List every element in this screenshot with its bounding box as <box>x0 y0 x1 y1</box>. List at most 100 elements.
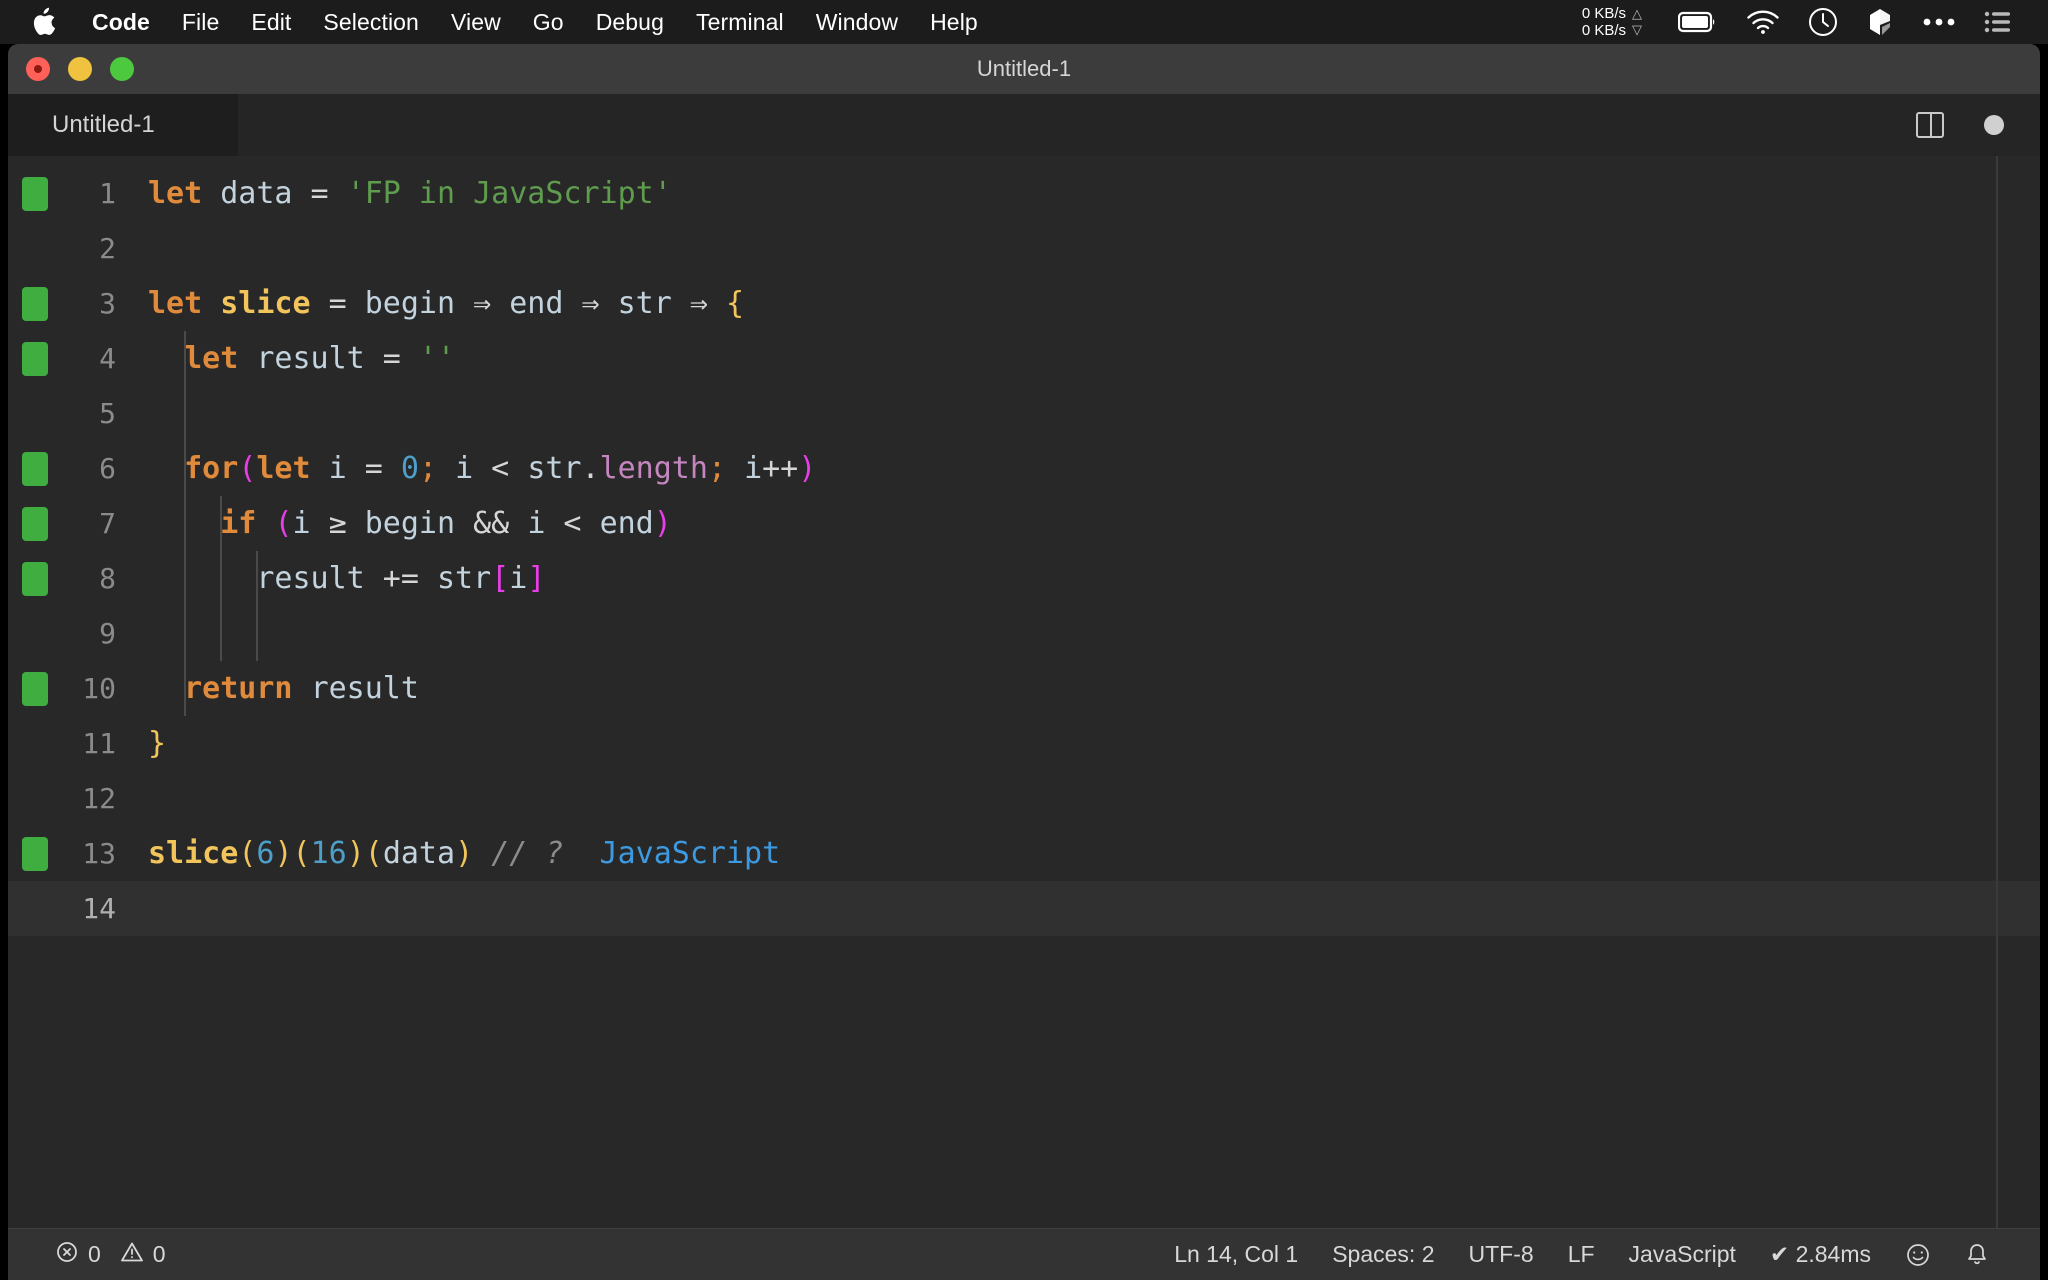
close-button[interactable] <box>26 57 50 81</box>
code-line-text: if (i ≥ begin && i < end) <box>138 506 2040 541</box>
tab-label: Untitled-1 <box>52 111 155 138</box>
code-line[interactable]: 10 return result <box>8 661 2040 716</box>
upload-speed: 0 KB/s <box>1581 4 1626 22</box>
code-line[interactable]: 9 <box>8 606 2040 661</box>
code-line[interactable]: 5 <box>8 386 2040 441</box>
git-added-marker <box>22 341 48 376</box>
code-token: for <box>184 451 239 486</box>
code-line[interactable]: 7 if (i ≥ begin && i < end) <box>8 496 2040 551</box>
code-line[interactable]: 13 slice(6)(16)(data) // ? JavaScript <box>8 826 2040 881</box>
tab-untitled-1[interactable]: Untitled-1 <box>8 94 238 156</box>
code-line[interactable]: 6 for(let i = 0; i < str.length; i++) <box>8 441 2040 496</box>
download-arrow-icon: ▽ <box>1632 22 1642 37</box>
code-line-text: let slice = begin ⇒ end ⇒ str ⇒ { <box>138 286 2040 321</box>
code-line[interactable]: 11} <box>8 716 2040 771</box>
status-feedback-smiley-icon[interactable] <box>1888 1242 1948 1268</box>
code-line[interactable]: 8 result += str[i] <box>8 551 2040 606</box>
git-added-marker <box>22 836 48 871</box>
error-circle-icon <box>55 1240 79 1270</box>
status-indentation[interactable]: Spaces: 2 <box>1315 1241 1451 1268</box>
git-added-marker <box>22 561 48 596</box>
menu-item-help[interactable]: Help <box>914 0 994 44</box>
more-icon[interactable] <box>1922 17 1956 27</box>
code-token: 0 <box>400 451 419 486</box>
minimize-button[interactable] <box>68 57 92 81</box>
upload-arrow-icon: △ <box>1632 6 1642 22</box>
maximize-button[interactable] <box>110 57 134 81</box>
code-token: ≥ <box>310 506 365 541</box>
code-token: begin <box>364 286 456 321</box>
code-token: JavaScript <box>581 836 781 871</box>
code-token: = <box>364 341 419 376</box>
code-token: result <box>310 671 419 706</box>
status-language-mode[interactable]: JavaScript <box>1612 1241 1753 1268</box>
menu-item-edit[interactable]: Edit <box>235 0 307 44</box>
menu-item-go[interactable]: Go <box>517 0 580 44</box>
code-line[interactable]: 12 <box>8 771 2040 826</box>
code-token: ) <box>653 506 672 541</box>
unsaved-dot-icon[interactable] <box>1984 115 2004 135</box>
vscode-window: Untitled-1 Untitled-1 1 let data = 'FP in… <box>8 44 2040 1280</box>
code-token: = <box>310 286 365 321</box>
code-line[interactable]: 4 let result = '' <box>8 331 2040 386</box>
code-token: let <box>148 176 203 211</box>
menu-item-debug[interactable]: Debug <box>580 0 680 44</box>
code-editor[interactable]: 1 let data = 'FP in JavaScript' 2 3 let slic… <box>8 156 2040 1228</box>
git-added-marker <box>22 451 48 486</box>
line-number: 12 <box>82 782 116 815</box>
control-center-icon[interactable] <box>1984 10 2012 34</box>
code-line[interactable]: 2 <box>8 221 2040 276</box>
status-notifications-bell-icon[interactable] <box>1948 1242 2006 1268</box>
menu-item-code[interactable]: Code <box>76 0 166 44</box>
wifi-icon[interactable] <box>1746 9 1780 35</box>
status-errors[interactable]: 0 0 <box>38 1240 183 1270</box>
network-speed-indicator[interactable]: 0 KB/s 0 KB/s △ ▽ <box>1582 5 1642 40</box>
code-token: end <box>599 506 654 541</box>
clock-icon[interactable] <box>1808 7 1838 37</box>
status-encoding[interactable]: UTF-8 <box>1452 1241 1551 1268</box>
code-token: let <box>256 451 311 486</box>
code-token: < <box>473 451 528 486</box>
status-cursor-position[interactable]: Ln 14, Col 1 <box>1157 1241 1315 1268</box>
split-editor-icon[interactable] <box>1916 112 1944 138</box>
code-token: 6 <box>256 836 275 871</box>
line-number: 14 <box>82 892 116 925</box>
code-token: i <box>455 451 474 486</box>
code-token: length <box>599 451 708 486</box>
status-eol[interactable]: LF <box>1551 1241 1612 1268</box>
code-line[interactable]: 1 let data = 'FP in JavaScript' <box>8 166 2040 221</box>
code-token: < <box>545 506 600 541</box>
code-token: ) <box>455 836 474 871</box>
traffic-lights <box>8 57 134 81</box>
code-token: data <box>220 176 293 211</box>
code-token: ( <box>238 451 257 486</box>
code-line-text: for(let i = 0; i < str.length; i++) <box>138 451 2040 486</box>
menu-item-file[interactable]: File <box>166 0 235 44</box>
code-line-text: return result <box>138 671 2040 706</box>
code-token: ( <box>292 836 311 871</box>
apple-logo-icon[interactable] <box>28 7 58 37</box>
menu-item-selection[interactable]: Selection <box>307 0 435 44</box>
statusbar-left: 0 0 <box>8 1240 183 1270</box>
menu-item-window[interactable]: Window <box>800 0 914 44</box>
git-added-marker <box>22 176 48 211</box>
battery-icon[interactable] <box>1678 11 1718 33</box>
menu-item-terminal[interactable]: Terminal <box>680 0 800 44</box>
error-count: 0 <box>88 1241 101 1267</box>
code-line[interactable]: 3 let slice = begin ⇒ end ⇒ str ⇒ { <box>8 276 2040 331</box>
code-token: ++ <box>762 451 799 486</box>
code-token: return <box>184 671 293 706</box>
menu-item-view[interactable]: View <box>435 0 517 44</box>
editor-scrollbar[interactable] <box>1998 156 2040 1228</box>
status-timing[interactable]: ✔ 2.84ms <box>1753 1241 1888 1268</box>
code-line[interactable]: 14 <box>8 881 2040 936</box>
dropbox-icon[interactable] <box>1866 7 1894 37</box>
code-token: = <box>292 176 347 211</box>
code-token: str <box>617 286 672 321</box>
